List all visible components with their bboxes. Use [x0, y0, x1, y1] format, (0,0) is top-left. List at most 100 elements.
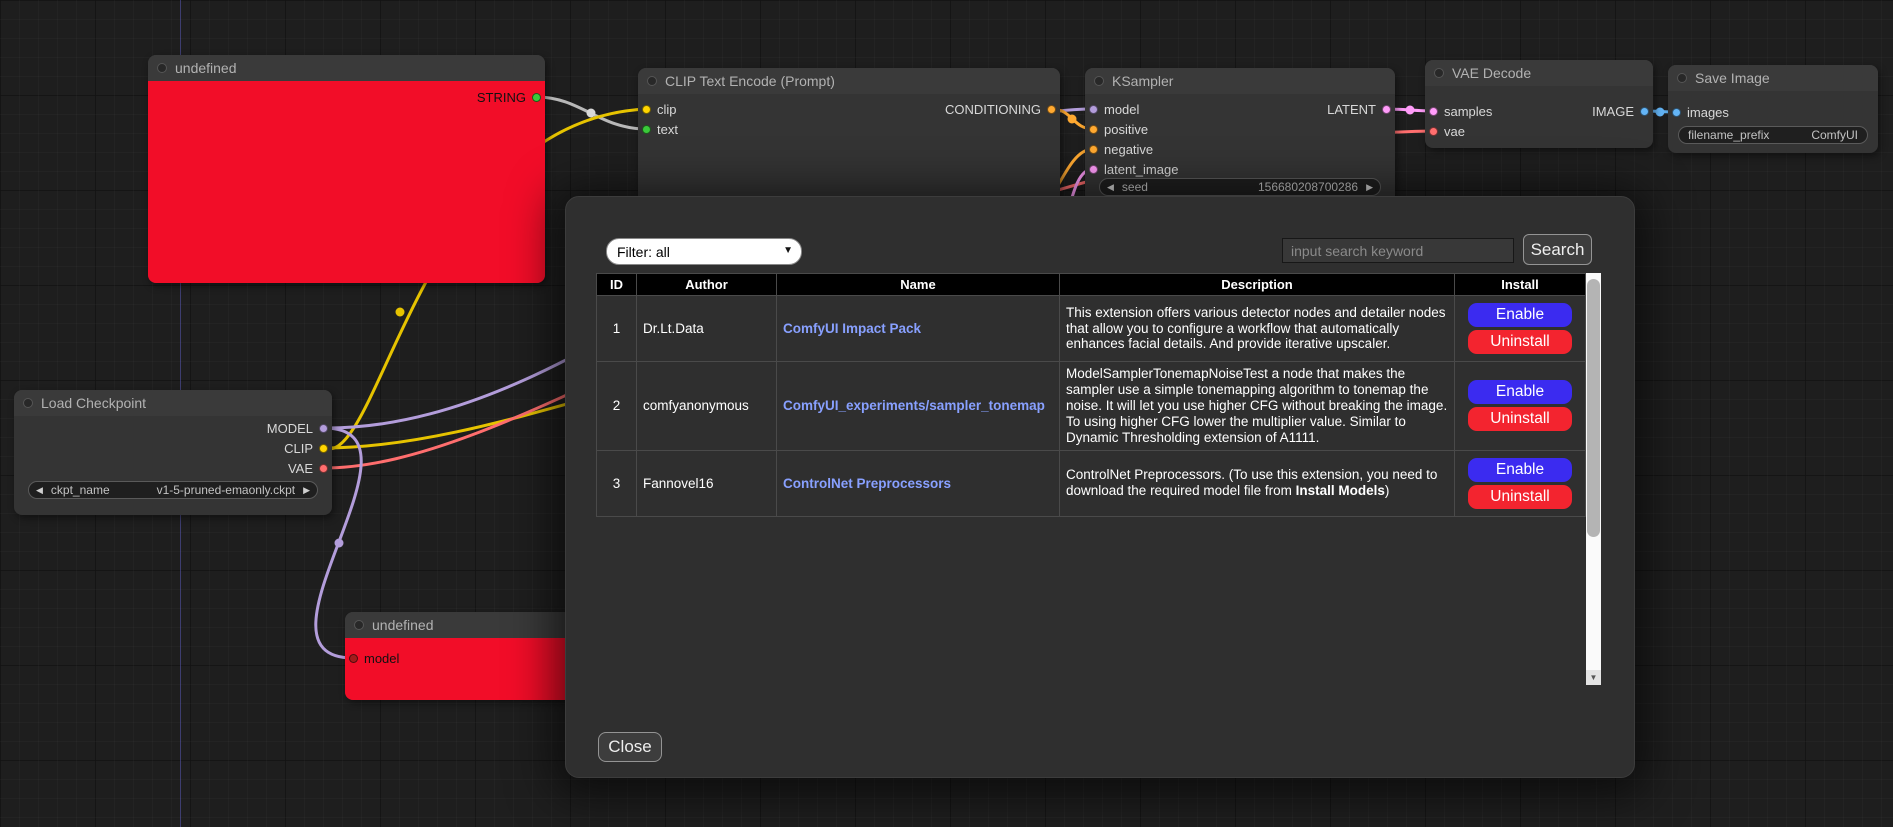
scrollbar-down-arrow-icon[interactable]: ▼: [1586, 670, 1601, 685]
node-load-checkpoint[interactable]: Load Checkpoint MODEL CLIP VAE ◀ ckpt_na…: [14, 390, 332, 515]
collapse-dot[interactable]: [354, 620, 364, 630]
input-slot-images: images: [1672, 102, 1729, 122]
filter-select-wrap: Filter: all ▼: [606, 238, 802, 265]
extension-link[interactable]: ComfyUI Impact Pack: [783, 321, 921, 336]
images-slot-dot[interactable]: [1672, 108, 1681, 117]
increment-arrow-icon[interactable]: ▶: [303, 486, 310, 495]
node-title-bar[interactable]: VAE Decode: [1425, 60, 1653, 86]
conditioning-slot-dot[interactable]: [1047, 105, 1056, 114]
node-title: CLIP Text Encode (Prompt): [665, 73, 835, 89]
node-title-bar[interactable]: undefined: [148, 55, 545, 81]
latent-slot-dot[interactable]: [1382, 105, 1391, 114]
search-button[interactable]: Search: [1523, 234, 1592, 265]
model-slot-dot[interactable]: [319, 424, 328, 433]
node-title-bar[interactable]: KSampler: [1085, 68, 1395, 94]
collapse-dot[interactable]: [1677, 73, 1687, 83]
extension-description: This extension offers various detector n…: [1060, 296, 1455, 362]
vae-slot-dot[interactable]: [319, 464, 328, 473]
extension-id: 1: [597, 296, 637, 362]
samples-slot-dot[interactable]: [1429, 107, 1438, 116]
seed-widget-label: seed: [1122, 180, 1148, 194]
search-input[interactable]: [1282, 238, 1514, 263]
node-title: undefined: [372, 617, 434, 633]
enable-button[interactable]: Enable: [1468, 458, 1572, 482]
collapse-dot[interactable]: [647, 76, 657, 86]
extension-id: 2: [597, 362, 637, 451]
extension-name-cell: ComfyUI Impact Pack: [777, 296, 1060, 362]
close-button[interactable]: Close: [598, 732, 662, 762]
extension-row: 2comfyanonymousComfyUI_experiments/sampl…: [597, 362, 1586, 451]
node-body: samples vae IMAGE: [1425, 86, 1653, 148]
extension-link[interactable]: ComfyUI_experiments/sampler_tonemap: [783, 398, 1045, 413]
ckpt-name-label: ckpt_name: [51, 483, 110, 497]
enable-button[interactable]: Enable: [1468, 380, 1572, 404]
table-scrollbar[interactable]: ▼: [1586, 273, 1601, 685]
node-title-bar[interactable]: undefined: [345, 612, 585, 638]
decrement-arrow-icon[interactable]: ◀: [1107, 183, 1114, 192]
model-slot-dot[interactable]: [349, 654, 358, 663]
node-undefined-top[interactable]: undefined STRING: [148, 55, 545, 283]
text-slot-dot[interactable]: [642, 125, 651, 134]
seed-widget[interactable]: ◀ seed 156680208700286 ▶: [1099, 178, 1381, 196]
decrement-arrow-icon[interactable]: ◀: [36, 486, 43, 495]
extension-row: 3Fannovel16ControlNet PreprocessorsContr…: [597, 450, 1586, 516]
extension-id: 3: [597, 450, 637, 516]
scrollbar-thumb[interactable]: [1587, 279, 1600, 537]
node-save-image[interactable]: Save Image images filename_prefix ComfyU…: [1668, 65, 1878, 153]
extension-link[interactable]: ControlNet Preprocessors: [783, 476, 951, 491]
extension-author: Fannovel16: [637, 450, 777, 516]
ckpt-name-widget[interactable]: ◀ ckpt_name v1-5-pruned-emaonly.ckpt ▶: [28, 481, 318, 499]
input-slot-vae: vae: [1429, 121, 1465, 141]
uninstall-button[interactable]: Uninstall: [1468, 330, 1572, 354]
collapse-dot[interactable]: [157, 63, 167, 73]
node-vae-decode[interactable]: VAE Decode samples vae IMAGE: [1425, 60, 1653, 148]
node-title-bar[interactable]: Load Checkpoint: [14, 390, 332, 416]
uninstall-button[interactable]: Uninstall: [1468, 407, 1572, 431]
link-midpoint-dot: [335, 539, 344, 548]
output-slot-latent: LATENT: [1327, 99, 1391, 119]
vae-slot-dot[interactable]: [1429, 127, 1438, 136]
node-body: model: [345, 638, 585, 700]
node-title-bar[interactable]: Save Image: [1668, 65, 1878, 91]
input-slot-negative: negative: [1089, 139, 1153, 159]
clip-slot-dot[interactable]: [319, 444, 328, 453]
node-title: VAE Decode: [1452, 65, 1531, 81]
table-header-row: IDAuthorNameDescriptionInstall: [597, 274, 1586, 296]
output-slot-model: MODEL: [267, 418, 328, 438]
increment-arrow-icon[interactable]: ▶: [1366, 183, 1373, 192]
positive-slot-dot[interactable]: [1089, 125, 1098, 134]
node-title: KSampler: [1112, 73, 1173, 89]
custom-nodes-dialog: Filter: all ▼ Search IDAuthorNameDescrip…: [565, 196, 1635, 778]
clip-slot-dot[interactable]: [642, 105, 651, 114]
uninstall-button[interactable]: Uninstall: [1468, 485, 1572, 509]
latent-image-slot-dot[interactable]: [1089, 165, 1098, 174]
node-title: Load Checkpoint: [41, 395, 146, 411]
node-title: undefined: [175, 60, 237, 76]
filter-select[interactable]: Filter: all: [606, 238, 802, 265]
collapse-dot[interactable]: [23, 398, 33, 408]
filename-prefix-value: ComfyUI: [1811, 128, 1858, 142]
input-slot-samples: samples: [1429, 101, 1492, 121]
node-undefined-bottom[interactable]: undefined model: [345, 612, 585, 700]
filename-prefix-widget[interactable]: filename_prefix ComfyUI: [1678, 126, 1868, 144]
extensions-table: IDAuthorNameDescriptionInstall 1Dr.Lt.Da…: [596, 273, 1586, 517]
model-slot-dot[interactable]: [1089, 105, 1098, 114]
extension-row: 1Dr.Lt.DataComfyUI Impact PackThis exten…: [597, 296, 1586, 362]
node-title: Save Image: [1695, 70, 1770, 86]
string-slot-dot[interactable]: [532, 93, 541, 102]
column-header: ID: [597, 274, 637, 296]
link-midpoint-dot: [587, 109, 596, 118]
enable-button[interactable]: Enable: [1468, 303, 1572, 327]
column-header: Description: [1060, 274, 1455, 296]
node-title-bar[interactable]: CLIP Text Encode (Prompt): [638, 68, 1060, 94]
collapse-dot[interactable]: [1094, 76, 1104, 86]
negative-slot-dot[interactable]: [1089, 145, 1098, 154]
link-midpoint-dot: [1406, 106, 1415, 115]
column-header: Name: [777, 274, 1060, 296]
image-slot-dot[interactable]: [1640, 107, 1649, 116]
input-slot-latent-image: latent_image: [1089, 159, 1178, 179]
output-slot-string: STRING: [477, 87, 541, 107]
collapse-dot[interactable]: [1434, 68, 1444, 78]
input-slot-model: model: [349, 648, 399, 668]
ckpt-name-value: v1-5-pruned-emaonly.ckpt: [157, 483, 296, 497]
